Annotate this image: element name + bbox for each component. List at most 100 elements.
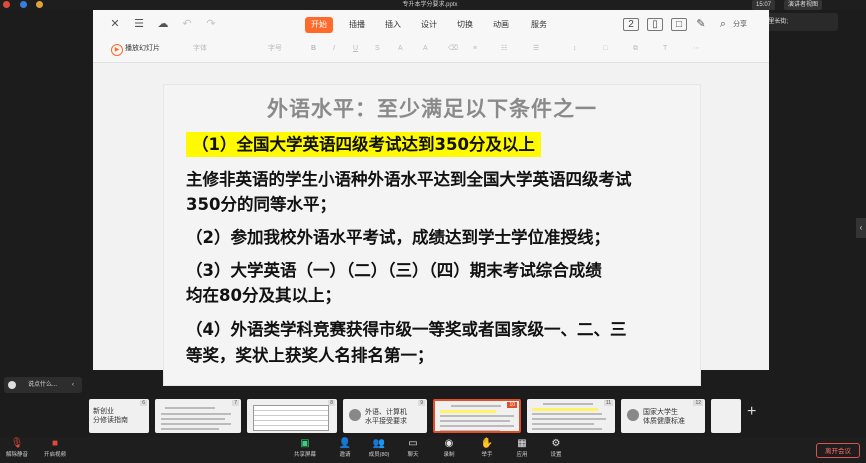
- arrange-icon[interactable]: ⧉: [633, 43, 638, 55]
- slide-thumb-9[interactable]: 9 外语、计算机 水平接受要求: [343, 399, 427, 433]
- settings-label: 设置: [550, 452, 562, 458]
- members-button[interactable]: 👥 成员(80): [362, 437, 396, 459]
- slide-thumb-8[interactable]: 8: [247, 399, 337, 433]
- font-name-select[interactable]: 字体: [193, 43, 207, 55]
- thumb-text: 外语、计算机 水平接受要求: [365, 409, 407, 425]
- italic-icon[interactable]: I: [333, 43, 335, 55]
- font-color-icon[interactable]: A: [398, 43, 403, 55]
- thumb-number: 8: [328, 400, 335, 406]
- tab-design[interactable]: 设计: [415, 17, 443, 33]
- emoji-icon[interactable]: [8, 381, 16, 389]
- raise-hand-button[interactable]: ✋ 举手: [470, 437, 504, 459]
- tab-animation[interactable]: 动画: [487, 17, 515, 33]
- apps-label: 应用: [516, 452, 528, 458]
- search-icon[interactable]: ⌕: [715, 17, 731, 31]
- play-slideshow-label[interactable]: 播放幻灯片: [125, 43, 160, 55]
- invite-label: 邀请: [339, 452, 351, 458]
- menu-icon[interactable]: ☰: [131, 17, 147, 31]
- slide-line-6: 均在80分及其以上；: [186, 286, 341, 305]
- network-icon: [20, 1, 27, 8]
- meeting-controls: 🎙 解除静音 ■ 开启视频 ▣ 共享屏幕 👤 邀请 👥 成员(80) ▭ 聊天 …: [0, 437, 866, 463]
- apps-icon: ▦: [517, 438, 527, 449]
- tab-start[interactable]: 开始: [305, 17, 333, 33]
- chat-label: 聊天: [407, 452, 419, 458]
- clear-format-icon[interactable]: ⌫: [448, 43, 458, 55]
- line-spacing-icon[interactable]: ↕: [573, 43, 577, 55]
- more-icon[interactable]: ⋯: [693, 43, 700, 55]
- mic-off-icon: 🎙: [10, 438, 24, 449]
- undo-icon[interactable]: ↶: [179, 17, 195, 31]
- textbox-icon[interactable]: T: [663, 43, 667, 55]
- slide-thumb-13[interactable]: [711, 399, 741, 433]
- slide-line-3: 350分的同等水平；: [186, 195, 336, 214]
- underline-icon[interactable]: U: [353, 43, 358, 55]
- cloud-sync-icon[interactable]: ☁: [155, 17, 171, 31]
- tab-insert[interactable]: 插入: [379, 17, 407, 33]
- shape-icon[interactable]: □: [603, 43, 607, 55]
- style-icon[interactable]: ✎: [693, 17, 709, 31]
- chat-icon: ▭: [408, 438, 418, 449]
- video-button[interactable]: ■ 开启视频: [38, 437, 72, 459]
- slide-thumb-12[interactable]: 12 国家大学生 体质健康标准: [621, 399, 705, 433]
- highlight-icon[interactable]: A: [423, 43, 428, 55]
- members-label: 成员(80): [368, 452, 390, 458]
- slide-canvas[interactable]: 外语水平：至少满足以下条件之一 （1）全国大学英语四级考试达到350分及以上 主…: [163, 84, 701, 386]
- number-list-icon[interactable]: ☰: [533, 43, 539, 55]
- video-off-icon: ■: [51, 438, 59, 449]
- chat-button[interactable]: ▭ 聊天: [396, 437, 430, 459]
- bullet-list-icon[interactable]: ☷: [501, 43, 507, 55]
- redo-icon[interactable]: ↷: [203, 17, 219, 31]
- raise-hand-label: 举手: [481, 452, 493, 458]
- view-mode-button[interactable]: 演讲者视图: [784, 0, 823, 10]
- share-button[interactable]: 分享: [733, 19, 747, 29]
- invite-button[interactable]: 👤 邀请: [328, 437, 362, 459]
- apps-button[interactable]: ▦ 应用: [505, 437, 539, 459]
- thumb-text: 新创业 分修读指南: [93, 408, 128, 424]
- add-slide-icon[interactable]: +: [747, 403, 756, 421]
- align-icon[interactable]: ≡: [473, 43, 477, 55]
- thumb-text: 国家大学生 体质健康标准: [643, 409, 685, 425]
- tab-transition[interactable]: 切换: [451, 17, 479, 33]
- thumb-number: 12: [693, 400, 703, 406]
- font-size-select[interactable]: 字号: [268, 43, 282, 55]
- play-slideshow-icon[interactable]: ▶: [111, 44, 123, 56]
- collapse-panel-icon[interactable]: ‹: [856, 218, 866, 238]
- thumb-number: 10: [507, 402, 517, 408]
- notes-icon[interactable]: ▯: [647, 18, 663, 31]
- slide-line-7: （4）外语类学科竞赛获得市级一等奖或者国家级一、二、三: [186, 320, 627, 339]
- leave-meeting-button[interactable]: 离开会议: [816, 443, 860, 458]
- slide-title: 外语水平：至少满足以下条件之一: [267, 97, 597, 121]
- record-button[interactable]: ◉ 录制: [432, 437, 466, 459]
- slide-line-5: （3）大学英语（一）（二）（三）（四）期末考试综合成绩: [186, 261, 602, 280]
- tab-insert-play[interactable]: 插播: [343, 17, 371, 33]
- close-icon[interactable]: ✕: [107, 17, 123, 31]
- slide-thumb-7[interactable]: 7: [155, 399, 241, 433]
- thumb-bullet-icon: [349, 409, 361, 421]
- slide-line-2: 主修非英语的学生小语种外语水平达到全国大学英语四级考试: [186, 170, 632, 189]
- slide-thumb-11[interactable]: 11: [527, 399, 615, 433]
- meeting-top-bar: 专升本学分要求.pptx 15:07 演讲者视图: [0, 0, 866, 10]
- bold-icon[interactable]: B: [311, 43, 316, 55]
- slide-thumb-10[interactable]: 10: [433, 399, 521, 433]
- mute-label: 解除静音: [5, 452, 28, 458]
- slide-line-1: （1）全国大学英语四级考试达到350分及以上: [186, 132, 541, 157]
- invite-icon: 👤: [338, 438, 352, 449]
- collapse-chat-icon[interactable]: ‹: [72, 377, 74, 393]
- thumb-number: 6: [140, 400, 147, 406]
- record-icon: ◉: [444, 438, 454, 449]
- settings-button[interactable]: ⚙ 设置: [539, 437, 573, 459]
- comment-icon[interactable]: □: [671, 18, 687, 31]
- mute-button[interactable]: 🎙 解除静音: [0, 437, 34, 459]
- slide-thumb-6[interactable]: 6 新创业 分修读指南: [89, 399, 149, 433]
- share-screen-button[interactable]: ▣ 共享屏幕: [288, 437, 322, 459]
- thumb-number: 11: [603, 400, 613, 406]
- raise-hand-icon: ✋: [480, 438, 494, 449]
- chat-input[interactable]: 说点什么... ‹: [4, 377, 82, 393]
- tab-service[interactable]: 服务: [525, 17, 553, 33]
- strike-icon[interactable]: S: [375, 43, 380, 55]
- present-icon[interactable]: 2: [623, 18, 639, 31]
- info-icon: [36, 1, 43, 8]
- thumb-bullet-icon: [627, 409, 639, 421]
- slide-line-8: 等奖，奖状上获奖人名排名第一；: [186, 346, 434, 365]
- slide-line-4: （2）参加我校外语水平考试，成绩达到学士学位准授线；: [186, 228, 610, 247]
